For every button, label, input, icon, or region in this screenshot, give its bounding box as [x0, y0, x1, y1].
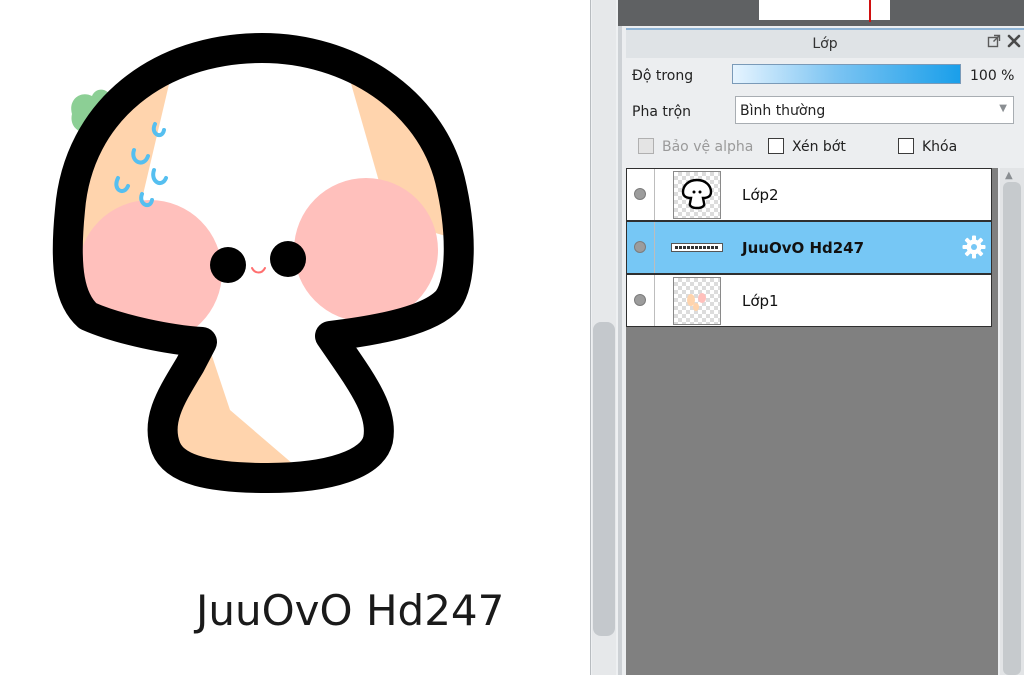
blend-mode-value: Bình thường	[740, 103, 826, 119]
layer-list-scrollbar-thumb[interactable]	[1003, 182, 1021, 675]
color-spots-thumbnail-icon	[687, 293, 706, 311]
layer-row[interactable]: Lớp2	[626, 168, 992, 221]
opacity-label: Độ trong	[632, 68, 694, 84]
layer-thumbnail	[673, 171, 721, 219]
panel-title: Lớp	[812, 36, 838, 52]
drawing-canvas[interactable]: JuuOvO Hd247	[0, 0, 592, 675]
clipping-checkbox[interactable]	[768, 138, 784, 154]
layer-name: Lớp2	[742, 186, 779, 204]
eye-icon	[634, 188, 646, 200]
clipping-label: Xén bớt	[792, 139, 846, 155]
eye-icon	[634, 241, 646, 253]
blend-mode-select[interactable]: Bình thường ▼	[735, 96, 1014, 124]
scroll-up-icon[interactable]: ▲	[1005, 170, 1013, 181]
visibility-toggle[interactable]	[627, 275, 655, 326]
gear-icon[interactable]	[961, 234, 987, 260]
visibility-toggle[interactable]	[627, 222, 655, 273]
canvas-scrollbar-thumb[interactable]	[593, 322, 615, 636]
layer-row[interactable]: Lớp1	[626, 274, 992, 327]
layer-name: Lớp1	[742, 292, 779, 310]
panel-titlebar: Lớp	[626, 28, 1024, 58]
left-eye	[210, 247, 246, 283]
mushroom-thumbnail-icon	[681, 178, 713, 210]
navigator-view-marker	[869, 0, 871, 22]
text-thumbnail-icon	[675, 246, 719, 249]
opacity-value: 100 %	[970, 68, 1015, 84]
canvas-text-layer: JuuOvO Hd247	[196, 586, 505, 635]
blend-mode-label: Pha trộn	[632, 104, 692, 120]
opacity-slider[interactable]	[732, 64, 961, 84]
layer-row-selected[interactable]: JuuOvO Hd247	[626, 221, 992, 274]
layer-list-scrollbar[interactable]: ▲	[1000, 168, 1024, 675]
protect-alpha-checkbox[interactable]	[638, 138, 654, 154]
layer-thumbnail	[671, 243, 723, 252]
eye-icon	[634, 294, 646, 306]
close-icon[interactable]	[1006, 34, 1022, 50]
mushroom-illustration	[52, 33, 474, 493]
lock-checkbox[interactable]	[898, 138, 914, 154]
protect-alpha-label: Bảo vệ alpha	[662, 139, 754, 155]
lock-label: Khóa	[922, 139, 958, 155]
layer-thumbnail	[673, 277, 721, 325]
chevron-down-icon: ▼	[999, 103, 1007, 114]
layer-panel: Lớp Độ trong 100 % Pha trộn Bình thường …	[618, 26, 1024, 675]
right-eye	[270, 241, 306, 277]
layer-list: Lớp2 JuuOvO Hd247 Lớp1	[626, 168, 998, 675]
visibility-toggle[interactable]	[627, 169, 655, 220]
layer-name: JuuOvO Hd247	[742, 239, 865, 257]
popout-icon[interactable]	[986, 34, 1002, 50]
